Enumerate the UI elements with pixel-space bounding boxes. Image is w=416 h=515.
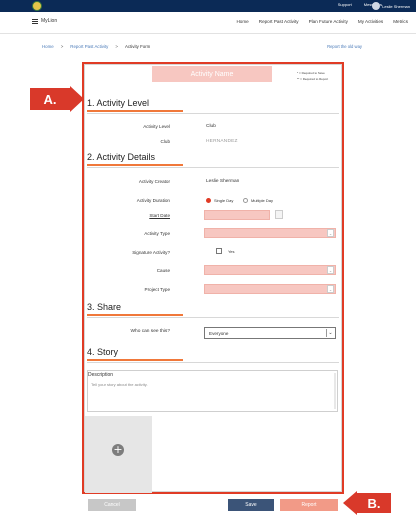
activity-level-value: Club [206, 124, 216, 129]
signature-activity-label: Signature Activity? [132, 250, 170, 255]
section-activity-details: 2. Activity Details [87, 152, 156, 162]
chevron-down-icon[interactable]: ⌄ [327, 285, 334, 293]
nav-my-activities[interactable]: My Activities [358, 19, 383, 24]
single-day-label: Single Day [214, 198, 234, 203]
activity-type-select[interactable] [204, 228, 336, 238]
legend-report: ** = Required to Report [297, 77, 329, 81]
breadcrumb-home[interactable]: Home [42, 44, 54, 49]
nav-links: Home Report Past Activity Plan Future Ac… [236, 19, 408, 24]
callout-b: B. [357, 493, 391, 513]
description-textarea[interactable] [87, 370, 338, 412]
signature-yes-label: Yes [228, 249, 235, 254]
user-menu[interactable]: Leslie Sherman [372, 2, 410, 10]
cause-select[interactable] [204, 265, 336, 275]
section-story: 4. Story [87, 347, 119, 357]
report-button[interactable]: Report [280, 499, 338, 511]
nav-plan-future[interactable]: Plan Future Activity [309, 19, 348, 24]
club-label: Club [160, 139, 170, 144]
lions-logo-icon[interactable] [32, 1, 42, 11]
chevron-down-icon[interactable]: ⌄ [327, 266, 334, 274]
multiple-day-label: Multiple Day [251, 198, 274, 203]
breadcrumb-current: Activity Form [124, 44, 151, 49]
section-underline [87, 110, 183, 112]
main-nav: MyLion Home Report Past Activity Plan Fu… [0, 12, 416, 34]
breadcrumb-separator: > [60, 44, 64, 49]
description-placeholder: Tell your story about the activity. [91, 382, 148, 387]
breadcrumb-report-past[interactable]: Report Past Activity [70, 44, 108, 49]
textarea-scrollbar[interactable] [334, 373, 336, 409]
brand-menu[interactable]: MyLion [32, 18, 57, 24]
project-type-label: Project Type [144, 287, 170, 292]
divider [87, 362, 339, 363]
single-day-radio[interactable] [206, 198, 211, 203]
required-legend: * = Required to Save ** = Required to Re… [297, 70, 328, 82]
signature-yes-checkbox[interactable] [216, 248, 222, 254]
activity-duration-label: Activity Duration [136, 198, 170, 203]
activity-creator-label: Activity Creator [138, 179, 170, 184]
top-utility-bar: Support Messages Leslie Sherman [0, 0, 416, 12]
brand-name: MyLion [41, 18, 58, 24]
save-button[interactable]: Save [228, 499, 274, 511]
section-activity-level: 1. Activity Level [87, 98, 150, 108]
description-label: Description [88, 372, 114, 378]
chevron-down-icon[interactable]: ⌄ [327, 229, 334, 237]
multiple-day-radio[interactable] [243, 198, 248, 203]
section-underline [87, 359, 183, 361]
section-share: 3. Share [87, 302, 122, 312]
divider [87, 113, 339, 114]
callout-a: A. [30, 88, 70, 110]
avatar [372, 2, 381, 10]
breadcrumb-separator: > [115, 44, 118, 49]
nav-metrics[interactable]: Metrics [393, 19, 408, 24]
project-type-select[interactable] [204, 284, 336, 294]
start-date-label: Start Date [149, 213, 170, 218]
callout-a-arrow-icon [70, 86, 84, 112]
callout-b-arrow-icon [343, 491, 357, 515]
cause-label: Cause [156, 268, 170, 273]
start-date-input[interactable] [204, 210, 270, 220]
divider [87, 317, 339, 318]
user-name: Leslie Sherman [382, 3, 410, 9]
who-can-see-label: Who can see this? [130, 329, 170, 334]
section-underline [87, 314, 183, 316]
section-underline [87, 164, 183, 166]
activity-level-label: Activity Level [143, 124, 170, 129]
chevron-down-icon[interactable]: ⌄ [326, 329, 334, 337]
report-old-way-link[interactable]: Report the old way [327, 44, 362, 49]
add-photo-plus-icon[interactable]: + [112, 444, 124, 456]
activity-type-label: Activity Type [144, 231, 170, 236]
support-link[interactable]: Support [338, 2, 352, 7]
calendar-icon[interactable] [275, 210, 283, 219]
breadcrumb: Home > Report Past Activity > Activity F… [42, 44, 150, 49]
nav-home[interactable]: Home [236, 19, 248, 24]
divider [87, 167, 339, 168]
club-value: HERNANDEZ [206, 139, 238, 144]
nav-report-past[interactable]: Report Past Activity [259, 19, 299, 24]
visibility-value: Everyone [209, 331, 229, 336]
activity-name-input[interactable]: Activity Name [152, 66, 272, 82]
hamburger-icon[interactable] [32, 18, 38, 24]
activity-creator-value: Leslie Sherman [206, 179, 240, 184]
visibility-select[interactable]: Everyone ⌄ [204, 327, 336, 339]
cancel-button[interactable]: Cancel [88, 499, 136, 511]
